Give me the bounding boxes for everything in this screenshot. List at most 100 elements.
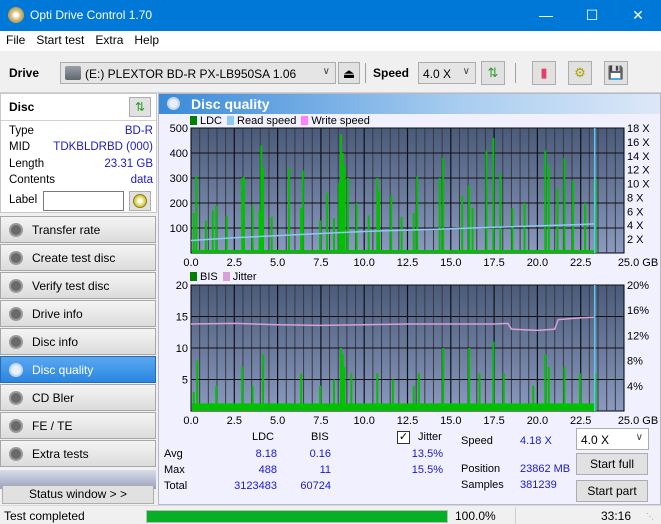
bis-bar (241, 366, 244, 411)
menu-start-test[interactable]: Start test (30, 31, 89, 47)
disc-icon (9, 447, 23, 461)
ldc-bar (367, 215, 370, 253)
maximize-button[interactable]: ☐ (569, 0, 615, 31)
ldc-bar (242, 176, 245, 253)
disc-refresh-button[interactable]: ⇅ (129, 97, 151, 117)
ldc-bar (287, 168, 290, 253)
minimize-button[interactable]: — (523, 0, 569, 31)
jitter-checkbox[interactable]: ✓ (397, 431, 410, 444)
nav-label: Create test disc (32, 251, 116, 265)
close-button[interactable]: ✕ (615, 0, 661, 31)
bis-bar (350, 373, 353, 411)
divider (1, 120, 156, 121)
disc-header: Disc (9, 100, 35, 114)
start-full-button[interactable]: Start full (576, 453, 648, 475)
ldc-bar (412, 213, 415, 253)
eject-icon: ⏏ (342, 66, 356, 81)
status-window-button[interactable]: Status window > > (2, 485, 154, 504)
drive-select[interactable]: (E:) PLEXTOR BD-R PX-LB950SA 1.06 ∨ (60, 62, 336, 84)
position-value: 23862 MB (520, 463, 571, 475)
y-tick-label: 15 (176, 312, 188, 324)
settings-button[interactable]: ⚙ (568, 61, 592, 85)
resize-grip[interactable]: ⋱ (646, 512, 654, 521)
nav-fe-te[interactable]: FE / TE (0, 412, 156, 439)
ldc-bar (492, 138, 495, 253)
nav-disc-quality[interactable]: Disc quality (0, 356, 156, 383)
menu-bar: File Start test Extra Help (0, 31, 661, 51)
disc-icon (9, 335, 23, 349)
nav-extra-tests[interactable]: Extra tests (0, 440, 156, 467)
disc-icon (9, 279, 23, 293)
disc-length-row: Length 23.31 GB (9, 158, 153, 174)
bis-bar (468, 348, 471, 411)
speed-label: Speed (373, 66, 410, 80)
ldc-bar (192, 213, 195, 253)
x-tick-label: 17.5 (483, 415, 504, 427)
chevron-down-icon: ∨ (322, 66, 330, 77)
nav-verify-test-disc[interactable]: Verify test disc (0, 272, 156, 299)
x-tick-label: 22.5 (570, 415, 591, 427)
speed-label: Speed (461, 435, 493, 447)
row-label-total: Total (164, 480, 188, 492)
eject-button[interactable]: ⏏ (338, 62, 360, 84)
ldc-bar (499, 173, 502, 253)
avg-bis: 0.16 (309, 448, 331, 460)
chevron-down-icon: ∨ (462, 66, 470, 77)
test-speed-value: 4.0 X (581, 433, 610, 447)
y2-tick-label: 8% (627, 356, 643, 368)
charts-svg: 100 200 300 400 500 2 X 4 X 6 X 8 X10 X 12 X 14 X 1… (170, 123, 659, 427)
nav-disc-info[interactable]: Disc info (0, 328, 156, 355)
ldc-bar (258, 210, 261, 253)
label-input[interactable] (43, 191, 124, 211)
erase-button[interactable]: ▮ (532, 61, 556, 85)
label-disc-button[interactable] (129, 191, 151, 211)
bis-bar (578, 373, 581, 411)
row-label-avg: Avg (164, 448, 183, 460)
x-tick-label: 17.5 (483, 257, 504, 269)
nav-drive-info[interactable]: Drive info (0, 300, 156, 327)
status-text: Test completed (4, 509, 85, 523)
title-bar: Opti Drive Control 1.70 — ☐ ✕ (0, 0, 661, 31)
x-tick-label: 15.0 (440, 415, 461, 427)
start-part-button[interactable]: Start part (576, 480, 648, 502)
chevron-down-icon: ∨ (635, 432, 643, 443)
max-bis: 11 (319, 464, 331, 476)
ldc-bar (241, 178, 244, 253)
ldc-chart: 100 200 300 400 500 2 X 4 X 6 X 8 X10 X 12 X 14 X 1… (170, 123, 659, 269)
bis-bar (300, 373, 303, 411)
y-tick-label: 100 (170, 223, 188, 235)
menu-extra[interactable]: Extra (89, 31, 128, 47)
field-value: 23.31 GB (104, 158, 153, 170)
y-tick-label: 300 (170, 173, 188, 185)
refresh-button[interactable]: ⇅ (481, 61, 505, 85)
x-tick-label: 25.0 GB (618, 415, 658, 427)
menu-file[interactable]: File (0, 31, 30, 47)
bis-bar (544, 354, 547, 411)
nav-label: Disc info (32, 335, 79, 349)
save-button[interactable]: 💾 (604, 61, 628, 85)
y2-tick-label: 4 X (627, 220, 644, 232)
nav-create-test-disc[interactable]: Create test disc (0, 244, 156, 271)
test-speed-select[interactable]: 4.0 X ∨ (576, 428, 649, 450)
y2-tick-label: 16 X (627, 137, 650, 149)
nav-label: Drive info (32, 307, 83, 321)
bis-bar (251, 385, 254, 411)
ldc-bar (326, 193, 329, 253)
ldc-bar (376, 178, 379, 253)
y2-tick-label: 20% (627, 280, 649, 292)
y-tick-label: 200 (170, 198, 188, 210)
window-title: Opti Drive Control 1.70 (30, 8, 153, 22)
x-tick-label: 0.0 (183, 257, 198, 269)
y2-tick-label: 14 X (627, 151, 650, 163)
nav-label: CD Bler (32, 391, 75, 405)
bis-bar (192, 392, 195, 411)
col-header-ldc: LDC (252, 431, 275, 443)
field-value: BD-R (124, 125, 153, 137)
refresh-swap-icon: ⇅ (487, 65, 499, 80)
progress-bar (146, 510, 448, 523)
y2-tick-label: 8 X (627, 192, 644, 204)
speed-select[interactable]: 4.0 X ∨ (418, 62, 476, 84)
nav-cd-bler[interactable]: CD Bler (0, 384, 156, 411)
nav-transfer-rate[interactable]: Transfer rate (0, 216, 156, 243)
menu-help[interactable]: Help (128, 31, 164, 47)
